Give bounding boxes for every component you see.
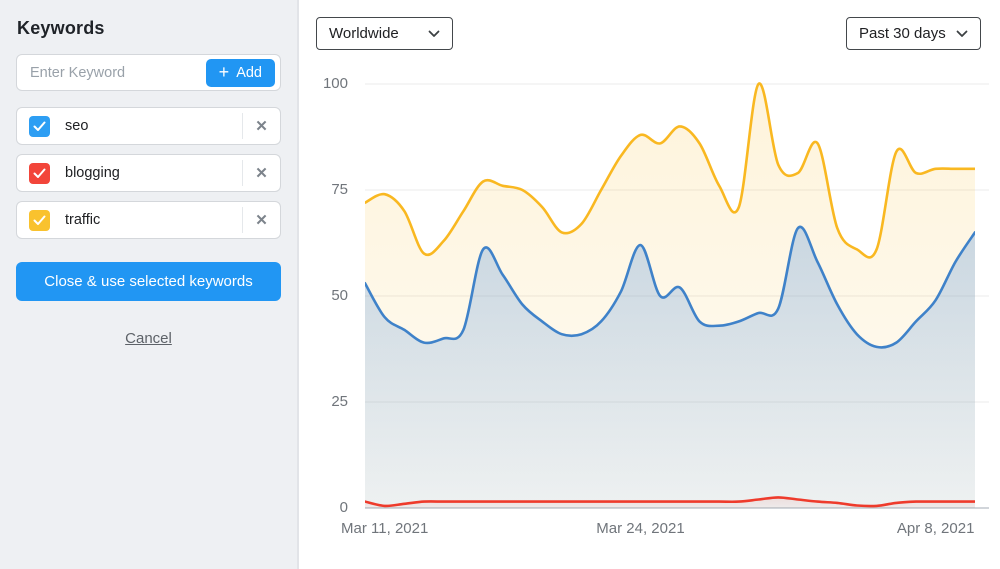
- y-axis-tick-label: 75: [301, 181, 348, 198]
- cancel-link[interactable]: Cancel: [16, 330, 281, 347]
- close-use-keywords-button[interactable]: Close & use selected keywords: [16, 262, 281, 301]
- trends-chart-panel: Worldwide Past 30 days 0255075100 Mar 11…: [301, 0, 1000, 569]
- check-icon: [33, 215, 46, 226]
- sidebar-title: Keywords: [17, 18, 281, 39]
- add-keyword-button[interactable]: + Add: [206, 59, 275, 87]
- remove-keyword-icon[interactable]: ✕: [243, 108, 280, 144]
- check-icon: [33, 121, 46, 132]
- keyword-label: blogging: [65, 165, 242, 181]
- keyword-item-seo: seo ✕: [16, 107, 281, 145]
- y-axis-tick-label: 0: [301, 499, 348, 516]
- keyword-checkbox[interactable]: [29, 116, 50, 137]
- add-button-label: Add: [236, 65, 262, 81]
- trends-chart: [301, 0, 1000, 569]
- keywords-sidebar: Keywords + Add seo ✕ blo: [0, 0, 299, 569]
- keyword-input[interactable]: [30, 65, 206, 81]
- keyword-item-blogging: blogging ✕: [16, 154, 281, 192]
- keyword-label: seo: [65, 118, 242, 134]
- remove-keyword-icon[interactable]: ✕: [243, 155, 280, 191]
- keyword-trends-dialog: Keywords + Add seo ✕ blo: [0, 0, 1000, 569]
- remove-keyword-icon[interactable]: ✕: [243, 202, 280, 238]
- y-axis-tick-label: 100: [301, 75, 348, 92]
- keyword-input-group: + Add: [16, 54, 281, 91]
- keyword-checkbox[interactable]: [29, 210, 50, 231]
- y-axis-tick-label: 25: [301, 393, 348, 410]
- check-icon: [33, 168, 46, 179]
- keyword-checkbox[interactable]: [29, 163, 50, 184]
- x-axis-tick-label: Mar 24, 2021: [596, 520, 684, 537]
- plus-icon: +: [219, 63, 230, 81]
- x-axis-tick-label: Mar 11, 2021: [341, 520, 428, 537]
- x-axis-tick-label: Apr 8, 2021: [897, 520, 975, 537]
- keyword-item-traffic: traffic ✕: [16, 201, 281, 239]
- y-axis-tick-label: 50: [301, 287, 348, 304]
- keyword-label: traffic: [65, 212, 242, 228]
